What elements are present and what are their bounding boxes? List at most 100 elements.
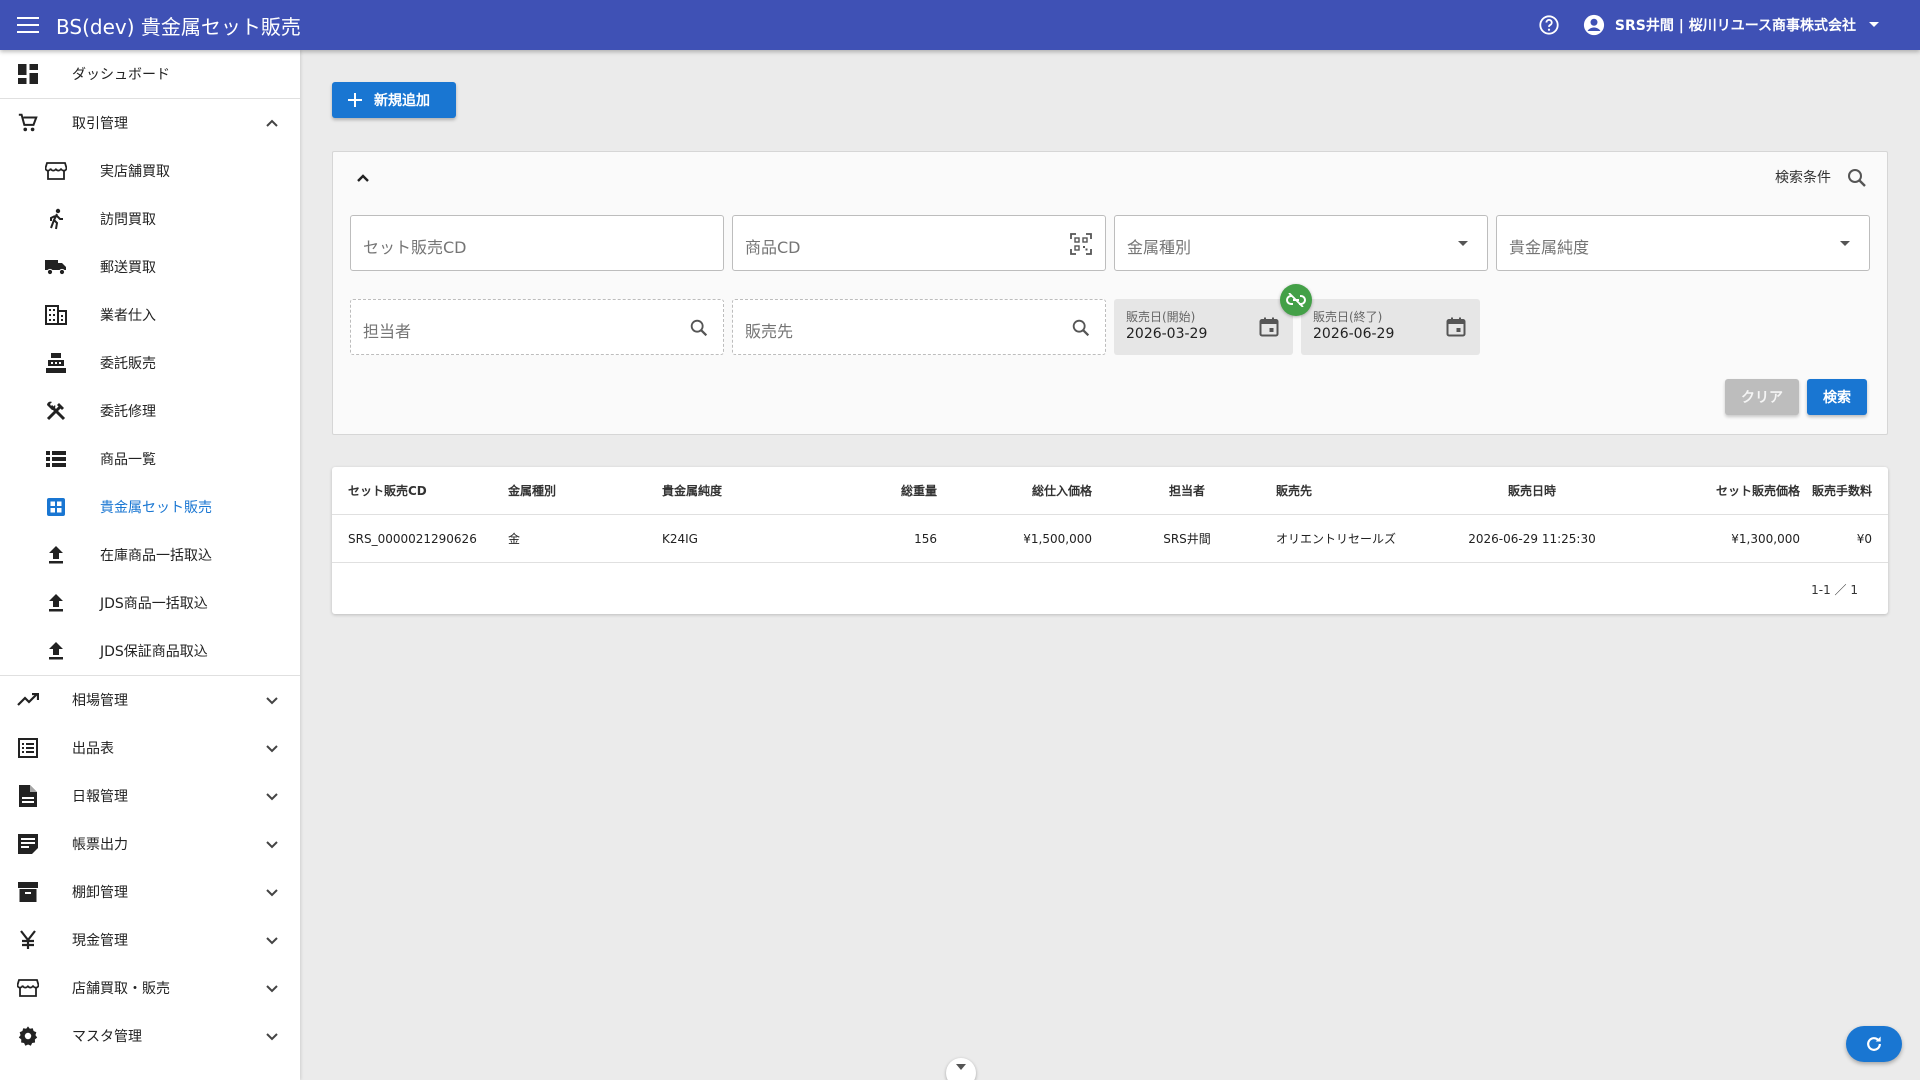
chevron-down-icon <box>266 937 278 945</box>
sidebar-item-transactions[interactable]: 取引管理 <box>0 99 300 147</box>
clear-button[interactable]: クリア <box>1725 379 1799 415</box>
refresh-icon <box>1867 1036 1881 1051</box>
pagination-info: 1-1 ／ 1 <box>1811 583 1858 597</box>
metal-purity-select[interactable]: 貴金属純度 <box>1496 215 1870 271</box>
chevron-down-icon <box>266 889 278 897</box>
tools-icon <box>44 399 68 423</box>
add-new-label: 新規追加 <box>374 93 430 109</box>
list-icon <box>44 447 68 471</box>
calendar-icon[interactable] <box>1444 315 1468 339</box>
gear-icon <box>16 1024 40 1048</box>
register-icon <box>44 351 68 375</box>
add-new-button[interactable]: 新規追加 <box>332 82 456 118</box>
user-menu[interactable]: SRS井間 | 桜川リユース商事株式会社 <box>1583 14 1890 36</box>
archive-icon <box>16 880 40 904</box>
header-sale-datetime[interactable]: 販売日時 <box>1432 467 1632 515</box>
qr-scan-icon[interactable] <box>1069 232 1093 256</box>
header-total-cost[interactable]: 総仕入価格 <box>972 467 1092 515</box>
list-alt-icon <box>16 736 40 760</box>
header-customer[interactable]: 販売先 <box>1276 467 1312 515</box>
sidebar-item-jds-warranty-import[interactable]: JDS保証商品取込 <box>0 627 300 675</box>
search-panel: 検索条件 セット販売CD 商品CD 金属種別 貴金属純度 担当者 販売先 販売日… <box>332 151 1888 435</box>
product-cd-input[interactable]: 商品CD <box>732 215 1106 271</box>
app-title: BS(dev) 貴金属セット販売 <box>56 14 301 39</box>
chevron-down-icon <box>266 985 278 993</box>
metal-type-select[interactable]: 金属種別 <box>1114 215 1488 271</box>
dropdown-arrow-icon <box>1833 232 1857 256</box>
search-button[interactable]: 検索 <box>1807 379 1867 415</box>
note-icon <box>16 832 40 856</box>
sidebar-item-stock-bulk-import[interactable]: 在庫商品一括取込 <box>0 531 300 579</box>
sidebar-item-cash[interactable]: 現金管理 <box>0 916 300 964</box>
sidebar-item-daily-report[interactable]: 日報管理 <box>0 772 300 820</box>
user-label: SRS井間 | 桜川リユース商事株式会社 <box>1614 18 1856 34</box>
building-icon <box>44 303 68 327</box>
account-icon <box>1583 14 1604 36</box>
grid-icon <box>44 495 68 519</box>
customer-input[interactable]: 販売先 <box>732 299 1106 355</box>
cart-icon <box>16 111 40 135</box>
walk-icon <box>44 207 68 231</box>
header-metal-purity[interactable]: 貴金属純度 <box>662 467 722 515</box>
sidebar-item-listing-sheet[interactable]: 出品表 <box>0 724 300 772</box>
app-bar: BS(dev) 貴金属セット販売 SRS井間 | 桜川リユース商事株式会社 <box>0 0 1920 50</box>
chevron-down-icon <box>956 1064 966 1070</box>
chevron-up-icon[interactable] <box>351 166 375 190</box>
header-set-sale-cd[interactable]: セット販売CD <box>348 467 427 515</box>
chevron-up-icon <box>266 119 278 127</box>
set-sale-cd-input[interactable]: セット販売CD <box>350 215 724 271</box>
menu-icon[interactable] <box>0 0 56 50</box>
results-table: セット販売CD 金属種別 貴金属純度 総重量 総仕入価格 担当者 販売先 販売日… <box>332 467 1888 614</box>
sidebar-item-consignment-sale[interactable]: 委託販売 <box>0 339 300 387</box>
sidebar-item-mail-purchase[interactable]: 郵送買取 <box>0 243 300 291</box>
header-total-weight[interactable]: 総重量 <box>862 467 937 515</box>
dropdown-arrow-icon <box>1451 232 1475 256</box>
sidebar: ダッシュボード 取引管理 実店舗買取 訪問買取 郵送買取 業者仕入 委託販売 委… <box>0 50 300 1080</box>
chevron-down-icon <box>266 697 278 705</box>
header-sales-fee[interactable]: 販売手数料 <box>1772 467 1872 515</box>
sale-date-end-field[interactable]: 販売日(終了) 2026-06-29 <box>1301 299 1480 355</box>
store-icon <box>44 159 68 183</box>
truck-icon <box>44 255 68 279</box>
sidebar-item-market-price[interactable]: 相場管理 <box>0 676 300 724</box>
sidebar-item-inventory[interactable]: 棚卸管理 <box>0 868 300 916</box>
calendar-icon[interactable] <box>1257 315 1281 339</box>
dashboard-icon <box>16 62 40 86</box>
search-icon[interactable] <box>1845 166 1869 190</box>
yen-icon <box>16 928 40 952</box>
sidebar-item-consignment-repair[interactable]: 委託修理 <box>0 387 300 435</box>
staff-input[interactable]: 担当者 <box>350 299 724 355</box>
header-staff[interactable]: 担当者 <box>1132 467 1242 515</box>
scroll-down-button[interactable] <box>946 1058 976 1080</box>
store-icon <box>16 976 40 1000</box>
sidebar-item-product-list[interactable]: 商品一覧 <box>0 435 300 483</box>
search-icon[interactable] <box>687 316 711 340</box>
sidebar-item-master[interactable]: マスタ管理 <box>0 1012 300 1060</box>
sidebar-item-vendor-purchase[interactable]: 業者仕入 <box>0 291 300 339</box>
refresh-button[interactable] <box>1846 1026 1902 1062</box>
sidebar-item-visit-purchase[interactable]: 訪問買取 <box>0 195 300 243</box>
header-metal-type[interactable]: 金属種別 <box>508 467 556 515</box>
upload-icon <box>44 543 68 567</box>
table-header: セット販売CD 金属種別 貴金属純度 総重量 総仕入価格 担当者 販売先 販売日… <box>332 467 1888 515</box>
chevron-down-icon <box>266 745 278 753</box>
table-row[interactable]: SRS_0000021290626 金 K24IG 156 ¥1,500,000… <box>332 515 1888 563</box>
sidebar-item-dashboard[interactable]: ダッシュボード <box>0 50 300 98</box>
chevron-down-icon <box>1869 22 1879 27</box>
plus-icon <box>348 93 362 107</box>
search-conditions-label: 検索条件 <box>1775 170 1831 186</box>
trending-icon <box>16 688 40 712</box>
sidebar-item-jds-bulk-import[interactable]: JDS商品一括取込 <box>0 579 300 627</box>
sidebar-item-form-output[interactable]: 帳票出力 <box>0 820 300 868</box>
upload-icon <box>44 591 68 615</box>
chevron-down-icon <box>266 793 278 801</box>
sidebar-item-store-purchase[interactable]: 実店舗買取 <box>0 147 300 195</box>
document-icon <box>16 784 40 808</box>
sale-date-start-field[interactable]: 販売日(開始) 2026-03-29 <box>1114 299 1293 355</box>
link-off-icon[interactable] <box>1280 284 1312 316</box>
sidebar-item-precious-metal-set-sale[interactable]: 貴金属セット販売 <box>0 483 300 531</box>
chevron-down-icon <box>266 841 278 849</box>
help-icon[interactable] <box>1529 5 1569 45</box>
sidebar-item-store-trade[interactable]: 店舗買取・販売 <box>0 964 300 1012</box>
search-icon[interactable] <box>1069 316 1093 340</box>
